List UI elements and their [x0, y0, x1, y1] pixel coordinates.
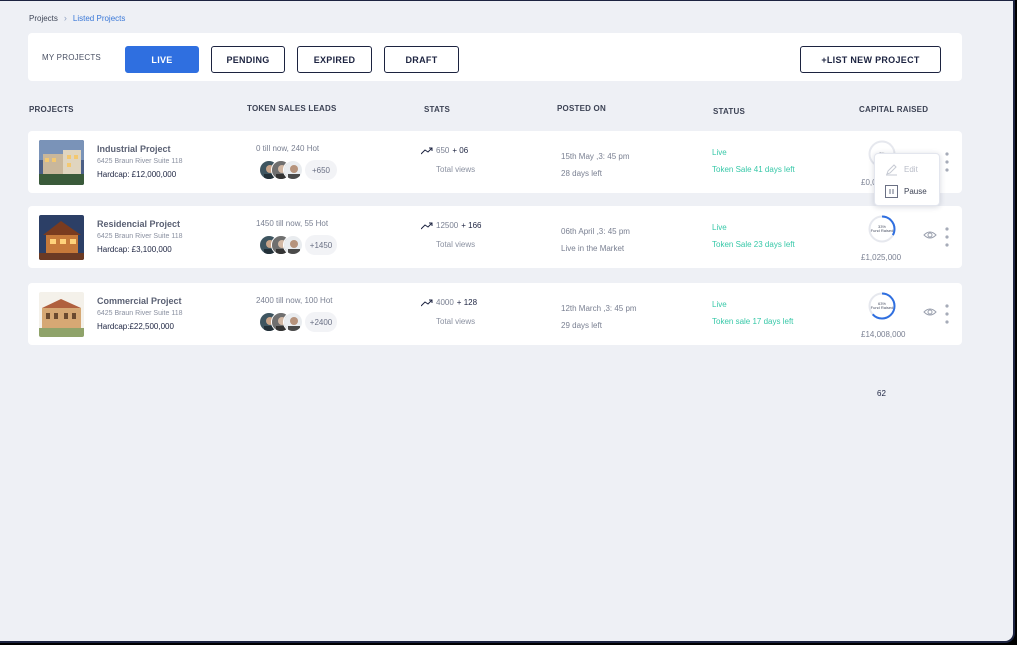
status-badge: Live [712, 223, 727, 232]
posted-sub: 28 days left [561, 169, 602, 178]
project-hardcap: Hardcap: £3,100,000 [97, 245, 172, 254]
ring-sublabel: Fund Raised [870, 228, 894, 233]
row-context-menu: Edit Pause [874, 153, 940, 206]
menu-item-edit[interactable]: Edit [885, 163, 918, 176]
tab-pending[interactable]: PENDING [211, 46, 285, 73]
ring-sublabel: Fund Raised [870, 305, 894, 310]
views-label: Total views [436, 165, 476, 174]
views-count: 650 [436, 146, 450, 155]
project-name[interactable]: Residencial Project [97, 219, 180, 229]
views-stat: 650 + 06 [421, 146, 468, 155]
avatar [283, 160, 303, 180]
table-row[interactable]: Commercial Project 6425 Braun River Suit… [28, 283, 962, 345]
leads-summary: 0 till now, 240 Hot [256, 144, 320, 153]
my-projects-label: MY PROJECTS [42, 53, 101, 62]
status-detail: Token Sale 23 days left [712, 240, 795, 249]
lead-avatars[interactable]: +1450 [259, 234, 337, 256]
capital-progress-ring: 63% Fund Raised [867, 291, 897, 321]
tab-expired[interactable]: EXPIRED [297, 46, 372, 73]
project-address: 6425 Braun River Suite 118 [97, 233, 183, 240]
project-filter-bar: MY PROJECTS LIVE PENDING EXPIRED DRAFT +… [28, 33, 962, 81]
posted-sub: Live in the Market [561, 244, 625, 253]
eye-icon[interactable] [923, 307, 937, 317]
menu-item-pause-label: Pause [904, 187, 927, 196]
page-number: 62 [877, 389, 886, 398]
views-delta: + 166 [461, 221, 482, 230]
table-row[interactable]: Industrial Project 6425 Braun River Suit… [28, 131, 962, 193]
more-avatars-count[interactable]: +1450 [305, 235, 337, 255]
leads-summary: 2400 till now, 100 Hot [256, 296, 333, 305]
views-count: 12500 [436, 221, 459, 230]
kebab-menu-icon[interactable] [944, 303, 950, 325]
project-hardcap: Hardcap:£22,500,000 [97, 322, 174, 331]
column-header-posted: POSTED ON [557, 104, 606, 113]
project-thumbnail [39, 215, 84, 260]
kebab-menu-icon[interactable] [944, 226, 950, 248]
menu-item-edit-label: Edit [904, 165, 918, 174]
posted-date: 06th April ,3: 45 pm [561, 227, 630, 236]
menu-item-pause[interactable]: Pause [885, 185, 927, 198]
project-address: 6425 Braun River Suite 118 [97, 158, 183, 165]
capital-raised: £14,008,000 [861, 330, 906, 339]
column-header-leads: TOKEN SALES LEADS [247, 104, 337, 113]
capital-raised: £1,025,000 [861, 253, 902, 262]
pause-icon [885, 185, 898, 198]
views-delta: + 128 [456, 298, 478, 307]
status-badge: Live [712, 300, 727, 309]
breadcrumb: Projects › Listed Projects [29, 13, 125, 23]
views-label: Total views [436, 240, 476, 249]
capital-progress-ring: 33% Fund Raised [867, 214, 897, 244]
breadcrumb-current: Listed Projects [72, 13, 126, 23]
project-hardcap: Hardcap: £12,000,000 [97, 170, 177, 179]
trend-up-icon [421, 299, 433, 306]
column-header-status: STATUS [713, 107, 746, 116]
project-thumbnail [39, 140, 84, 185]
column-header-projects: PROJECTS [29, 105, 74, 114]
status-badge: Live [712, 148, 727, 157]
avatar [283, 312, 303, 332]
column-header-capital: CAPITAL RAISED [859, 105, 929, 114]
more-avatars-count[interactable]: +650 [305, 160, 337, 180]
more-avatars-count[interactable]: +2400 [305, 312, 337, 332]
avatar [283, 235, 303, 255]
lead-avatars[interactable]: +2400 [259, 311, 337, 333]
project-thumbnail [39, 292, 84, 337]
tab-draft[interactable]: DRAFT [384, 46, 459, 73]
kebab-menu-icon[interactable] [944, 151, 950, 173]
posted-date: 12th March ,3: 45 pm [561, 304, 637, 313]
column-header-stats: STATS [424, 105, 451, 114]
views-stat: 12500 + 166 [421, 221, 482, 230]
views-count: 4000 [436, 298, 454, 307]
views-delta: + 06 [452, 146, 469, 155]
eye-icon[interactable] [923, 230, 937, 240]
status-detail: Token Sale 41 days left [712, 165, 795, 174]
status-detail: Token sale 17 days left [712, 317, 794, 326]
project-name[interactable]: Industrial Project [97, 144, 171, 154]
trend-up-icon [421, 222, 433, 229]
views-label: Total views [436, 317, 476, 326]
breadcrumb-projects-link[interactable]: Projects [29, 14, 58, 23]
list-new-project-button[interactable]: +LIST NEW PROJECT [800, 46, 941, 73]
posted-sub: 29 days left [561, 321, 602, 330]
lead-avatars[interactable]: +650 [259, 159, 337, 181]
app-window: Projects › Listed Projects MY PROJECTS L… [0, 0, 1015, 643]
views-stat: 4000 + 128 [421, 298, 477, 307]
project-address: 6425 Braun River Suite 118 [97, 310, 183, 317]
tab-live[interactable]: LIVE [125, 46, 199, 73]
project-name[interactable]: Commercial Project [97, 296, 182, 306]
leads-summary: 1450 till now, 55 Hot [256, 219, 329, 228]
chevron-right-icon: › [63, 13, 67, 23]
trend-up-icon [421, 147, 433, 154]
table-row[interactable]: Residencial Project 6425 Braun River Sui… [28, 206, 962, 268]
pencil-icon [886, 164, 897, 176]
posted-date: 15th May ,3: 45 pm [561, 152, 630, 161]
